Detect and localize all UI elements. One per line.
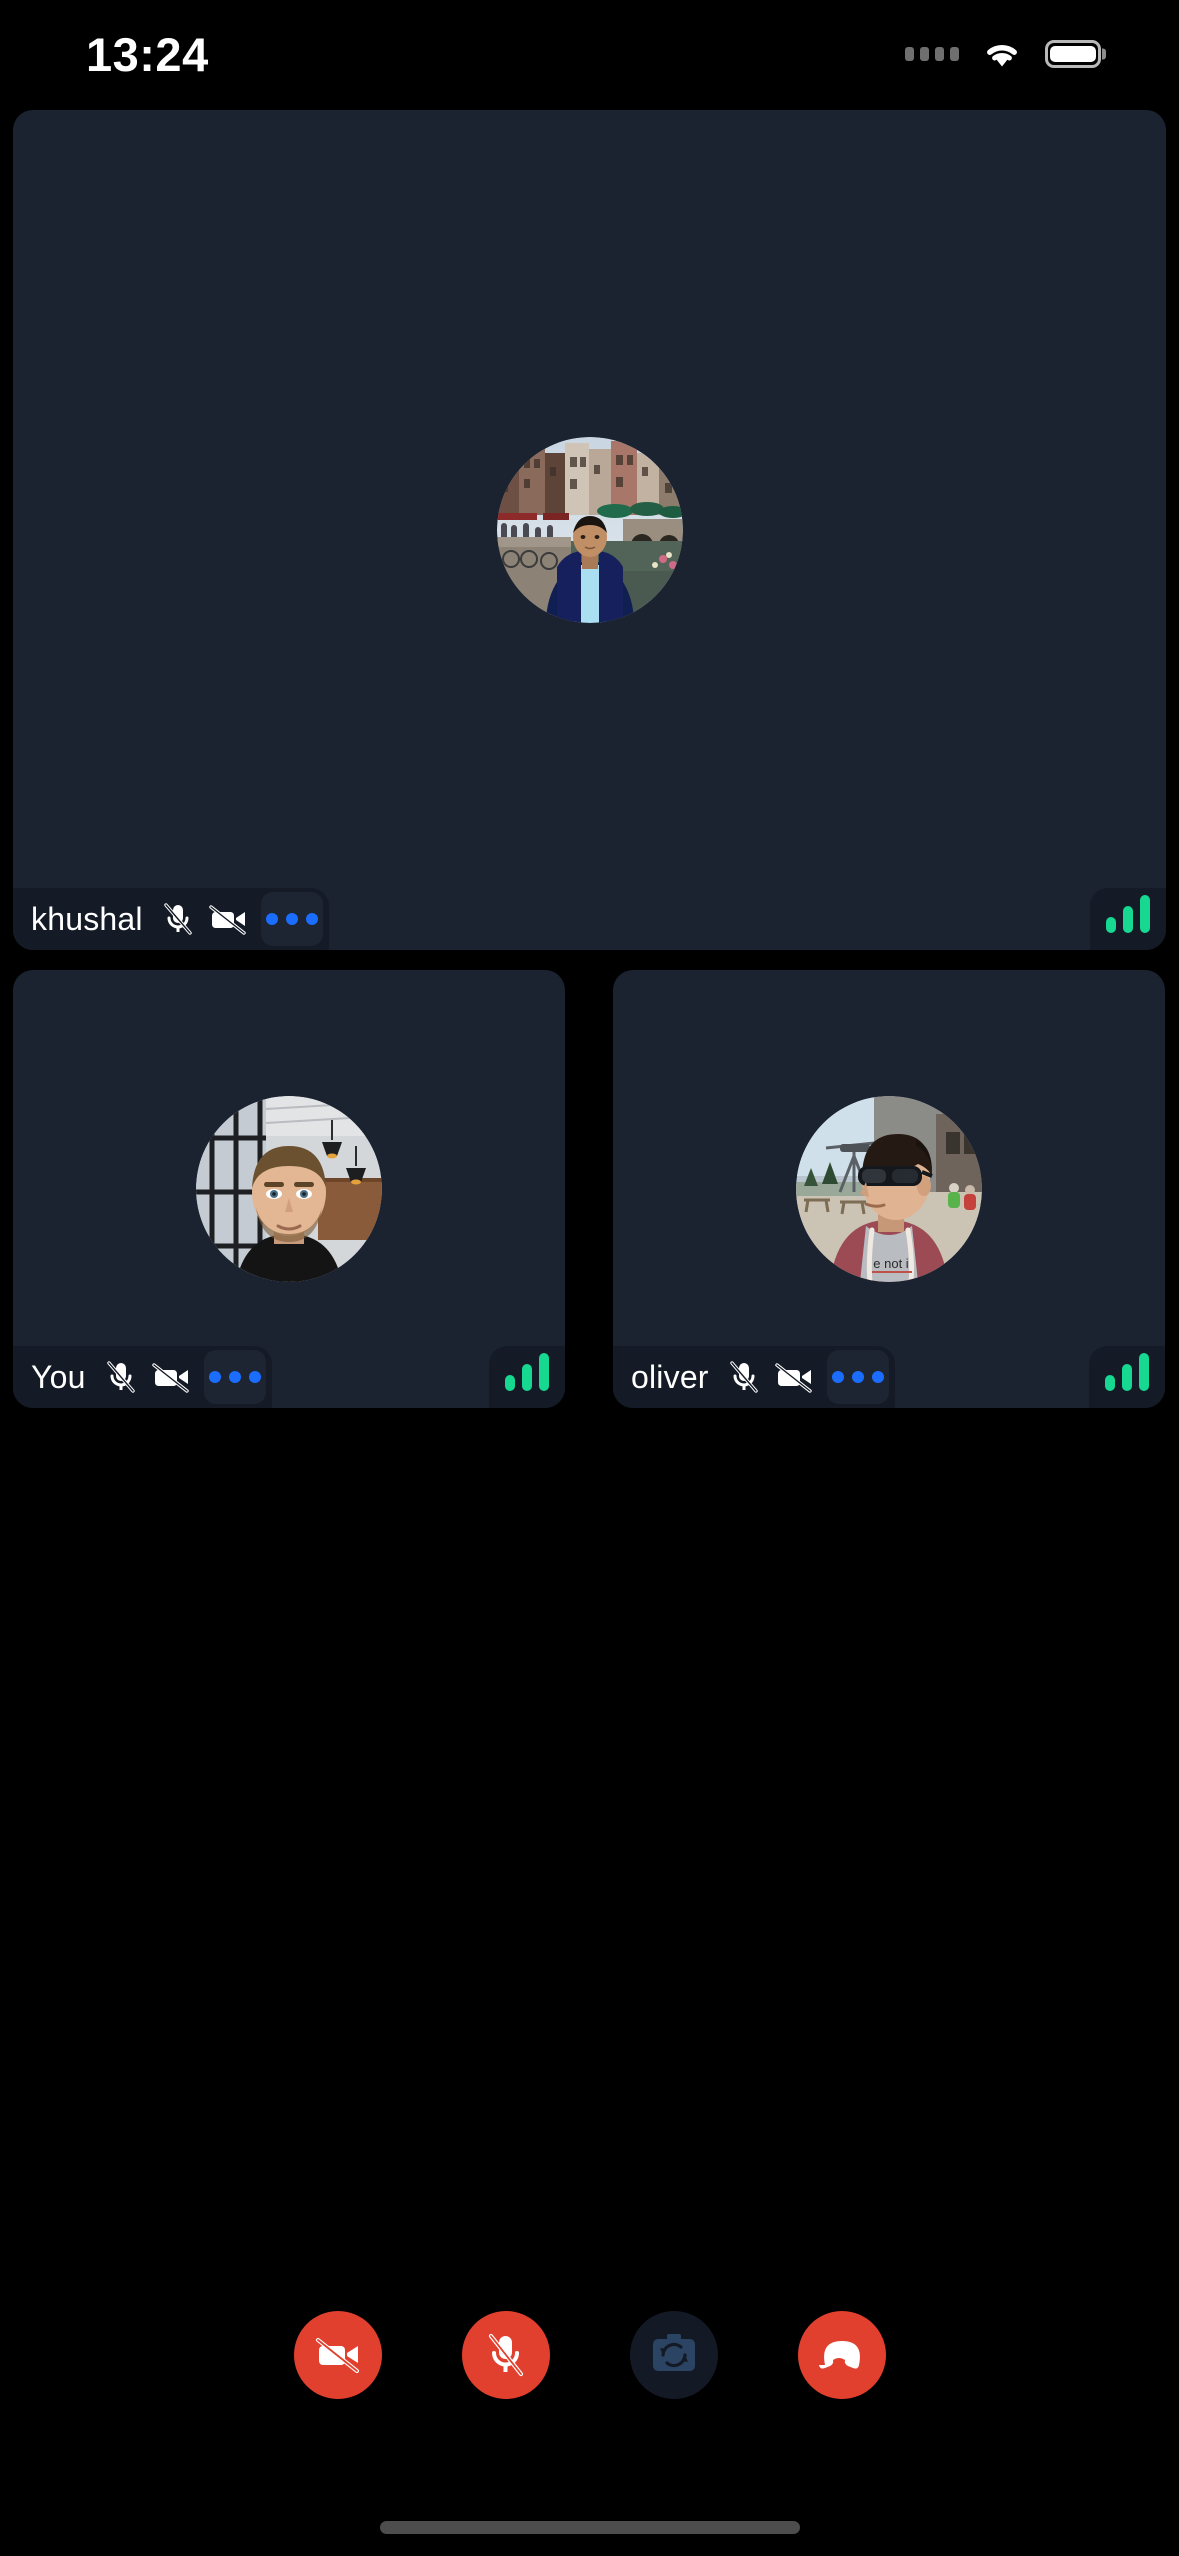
signal-strength-icon xyxy=(1090,888,1166,950)
end-call-button[interactable] xyxy=(797,2311,886,2399)
status-bar-indicators xyxy=(905,39,1101,69)
video-off-icon[interactable] xyxy=(148,1354,194,1400)
participant-tile-row: You e not i oliver xyxy=(13,970,1166,1408)
participant-name-bar: khushal xyxy=(13,888,329,950)
signal-strength-icon xyxy=(489,1346,565,1408)
flip-camera-button[interactable] xyxy=(629,2311,718,2399)
participant-tile-main[interactable]: khushal xyxy=(13,110,1166,950)
mic-off-icon[interactable] xyxy=(155,896,201,942)
participant-name: khushal xyxy=(31,900,143,937)
participant-name: oliver xyxy=(631,1358,709,1395)
more-options-icon[interactable] xyxy=(826,1350,889,1404)
mic-off-icon[interactable] xyxy=(98,1354,144,1400)
video-off-icon xyxy=(315,2338,359,2373)
signal-strength-icon xyxy=(1089,1346,1165,1408)
participant-tile-you[interactable]: You xyxy=(13,970,565,1408)
mic-off-icon xyxy=(488,2333,523,2377)
battery-full-icon xyxy=(1045,40,1101,68)
video-grid: khushal You e not i oliver xyxy=(13,110,1166,1408)
status-bar-clock: 13:24 xyxy=(86,27,209,81)
video-off-icon[interactable] xyxy=(205,896,251,942)
participant-name-bar: You xyxy=(13,1346,272,1408)
avatar xyxy=(196,1096,382,1282)
toggle-video-button[interactable] xyxy=(293,2311,382,2399)
signal-dots-icon xyxy=(905,47,959,61)
toggle-mic-button[interactable] xyxy=(461,2311,550,2399)
mic-off-icon[interactable] xyxy=(721,1354,767,1400)
wifi-icon xyxy=(981,39,1023,69)
video-off-icon[interactable] xyxy=(771,1354,817,1400)
avatar xyxy=(496,437,683,623)
end-call-icon xyxy=(818,2341,860,2369)
call-controls xyxy=(0,2270,1179,2440)
more-options-icon[interactable] xyxy=(260,892,323,946)
more-options-icon[interactable] xyxy=(203,1350,266,1404)
home-indicator xyxy=(379,2521,800,2534)
svg-text:e not i: e not i xyxy=(873,1256,909,1271)
avatar: e not i xyxy=(796,1096,982,1282)
status-bar: 13:24 xyxy=(0,0,1179,108)
camera-flip-icon xyxy=(652,2334,695,2371)
participant-name-bar: oliver xyxy=(613,1346,895,1408)
phone-screen: 13:24 khushal You e not i oliver xyxy=(0,0,1179,2556)
participant-name: You xyxy=(31,1358,86,1395)
participant-tile-oliver[interactable]: e not i oliver xyxy=(613,970,1165,1408)
